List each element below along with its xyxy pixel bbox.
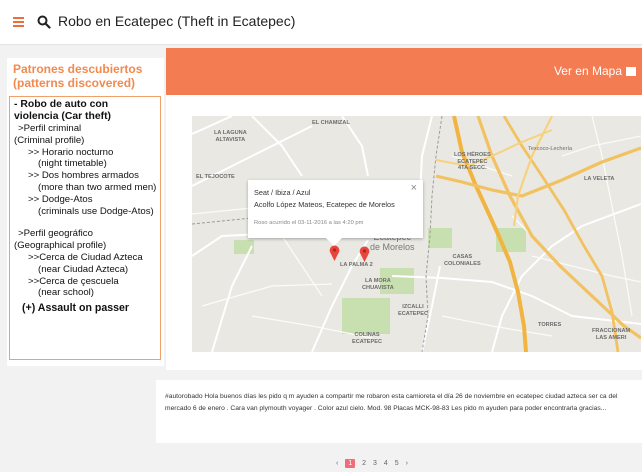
top-bar: Robo en Ecatepec (Theft in Ecatepec) <box>0 0 642 45</box>
map-label: COLINAS ECATEPEC <box>352 332 382 345</box>
geo-profile-label: >Perfil geográfico <box>18 228 93 240</box>
view-map-link[interactable]: Ver en Mapa <box>554 64 636 78</box>
incident-popup: × Seat / Ibiza / Azul Acolfo López Mateo… <box>248 180 423 246</box>
popup-vehicle: Seat / Ibiza / Azul <box>254 188 311 197</box>
pattern-item: >> Dodge-Atos <box>28 193 93 205</box>
patterns-panel: Patrones descubiertos (patterns discover… <box>7 58 164 366</box>
map-label-line: ECATEPEC <box>352 338 383 345</box>
map-label: LA MORA CHUAVISTA <box>362 278 394 291</box>
pattern-item-en: (criminals use Dodge-Atos) <box>38 205 154 217</box>
search-query[interactable]: Robo en Ecatepec (Theft in Ecatepec) <box>58 13 295 29</box>
pattern-title-line1[interactable]: - Robo de auto con <box>14 99 160 111</box>
pattern-item: >> Dos hombres armados <box>28 170 139 182</box>
map-label-line: LOS HÉROES <box>454 152 491 158</box>
pattern-title-line2: violencia (Car theft) <box>14 111 111 122</box>
pattern-item-en: (more than two armed men) <box>38 181 157 193</box>
map-label-line: COLINAS <box>354 332 380 338</box>
prev-page-button[interactable]: ‹ <box>336 460 338 467</box>
map-label: LA PALMA 2 <box>340 262 373 268</box>
pattern-item: >>Cerca de çescuela <box>28 275 119 287</box>
results-banner: Ver en Mapa <box>166 48 642 95</box>
map-label-line: IZCALLI <box>402 304 424 310</box>
page-button-3[interactable]: 3 <box>373 460 377 467</box>
pattern-item-en: (near school) <box>38 287 94 299</box>
map-label-line: FRACCIONAM <box>592 328 631 334</box>
map-label-line: ALTAVISTA <box>215 136 246 143</box>
pattern-item-en: (near Ciudad Azteca) <box>38 263 129 275</box>
map-label: EL TEJOCOTE <box>196 174 235 180</box>
panel-title-line2: (patterns discovered) <box>13 76 136 90</box>
pattern-item-en: (night timetable) <box>38 158 107 170</box>
map-pin-icon[interactable] <box>359 246 370 262</box>
panel-title-line1: Patrones descubiertos <box>13 62 143 76</box>
map-label: LA VELETA <box>584 176 615 182</box>
popup-address: Acolfo López Mateos, Ecatepec de Morelos <box>254 200 395 209</box>
map-label-line: LA LAGUNA <box>214 130 247 136</box>
popup-date: Roso acurrido el 03-11-2016 a las 4:20 p… <box>254 220 364 226</box>
pattern-item: >>Cerca de Ciudad Azteca <box>28 251 143 263</box>
page-button-2[interactable]: 2 <box>362 460 366 467</box>
map-icon <box>626 67 636 76</box>
criminal-profile-label: >Perfil criminal <box>18 123 82 134</box>
panel-title: Patrones descubiertos (patterns discover… <box>13 62 142 90</box>
map-label-line: 4TA SECC. <box>458 165 487 171</box>
map-view[interactable]: EL CHAMIZAL LA LAGUNA ALTAVISTA EL TEJOCO… <box>192 116 641 352</box>
map-label: Texcoco-Lechería <box>528 146 573 152</box>
map-label: LOS HÉROES ECATEPEC 4TA SECC. <box>454 152 491 172</box>
magnifier-icon[interactable] <box>37 15 51 29</box>
extra-pattern[interactable]: (+) Assault on passer <box>14 302 160 315</box>
map-label-line: CHUAVISTA <box>362 284 394 291</box>
map-card: EL CHAMIZAL LA LAGUNA ALTAVISTA EL TEJOCO… <box>166 95 642 370</box>
map-label: FRACCIONAM LAS AMERI <box>592 328 630 341</box>
pagination: ‹ 1 2 3 4 5 › <box>336 459 413 468</box>
map-label-line: COLONIALES <box>444 260 481 267</box>
next-page-button[interactable]: › <box>406 460 408 467</box>
page-button-4[interactable]: 4 <box>384 460 388 467</box>
pattern-item: >> Horario nocturno <box>28 146 114 158</box>
hamburger-menu-icon[interactable] <box>13 17 24 27</box>
view-map-label: Ver en Mapa <box>553 64 622 78</box>
page-button-5[interactable]: 5 <box>395 460 399 467</box>
criminal-profile-en: (Criminal profile) <box>14 134 85 146</box>
page-button-1[interactable]: 1 <box>345 459 356 468</box>
geo-profile-en: (Geographical profile) <box>14 240 107 252</box>
map-label: CASAS COLONIALES <box>444 254 481 267</box>
map-label-line: ECATEPEC <box>398 310 429 317</box>
pattern-box: - Robo de auto con violencia (Car theft)… <box>9 96 161 360</box>
post-text: #autorobado Hola buenos días les pido q … <box>165 393 618 412</box>
map-pin-icon[interactable] <box>329 245 340 261</box>
map-label-line: de Morelos <box>370 242 415 252</box>
close-icon[interactable]: × <box>411 182 417 194</box>
map-label-line: LAS AMERI <box>595 334 627 341</box>
map-label: LA LAGUNA ALTAVISTA <box>214 130 247 143</box>
post-card: #autorobado Hola buenos días les pido q … <box>156 380 642 443</box>
map-label-line: LA MORA <box>364 278 391 284</box>
map-label: EL CHAMIZAL <box>312 120 350 126</box>
map-label: TORRES <box>538 322 562 328</box>
map-label: IZCALLI ECATEPEC <box>398 304 428 317</box>
